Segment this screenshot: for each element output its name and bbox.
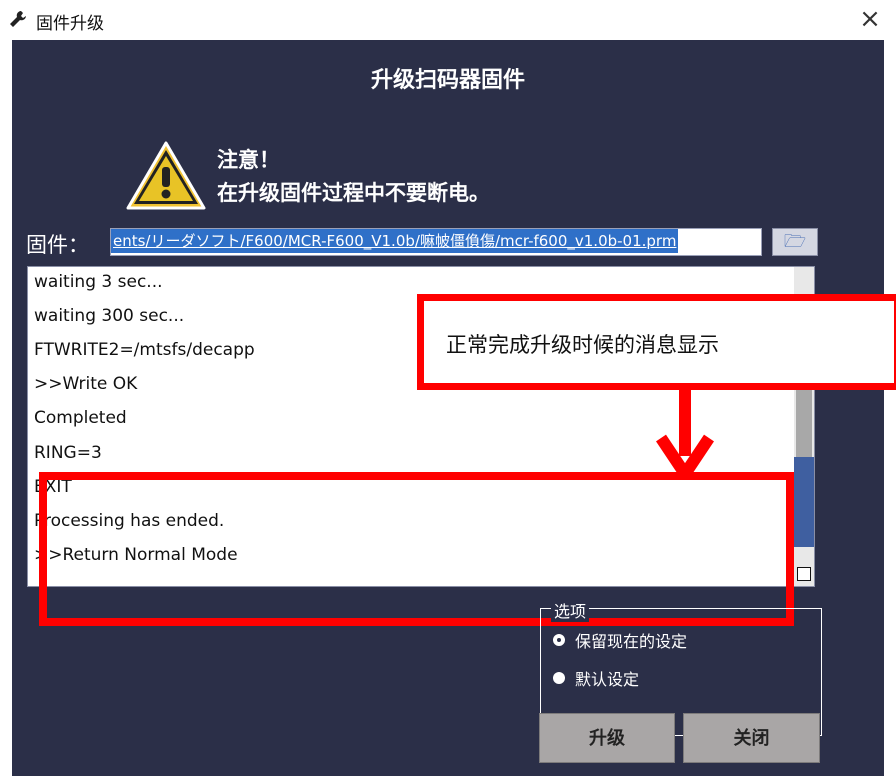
window-title: 固件升级 bbox=[36, 14, 104, 34]
log-line: waiting 300 sec... bbox=[34, 306, 185, 326]
log-line: Completed bbox=[34, 408, 127, 428]
close-button[interactable]: 关闭 bbox=[683, 713, 820, 763]
firmware-label: 固件： bbox=[26, 233, 89, 257]
title-bar: 固件升级 × bbox=[0, 0, 896, 40]
radio-label: 默认设定 bbox=[575, 670, 640, 689]
warning-icon bbox=[126, 141, 206, 210]
log-line: RING=3 bbox=[34, 443, 102, 463]
browse-folder-button[interactable]: 🗁 bbox=[772, 228, 818, 256]
folder-icon: 🗁 bbox=[783, 231, 807, 252]
wrench-icon bbox=[10, 11, 26, 27]
radio-keep-settings[interactable]: 保留现在的设定 bbox=[553, 628, 687, 652]
log-line: >>Write OK bbox=[34, 374, 138, 394]
options-legend: 选项 bbox=[551, 598, 590, 622]
log-line: FTWRITE2=/mtsfs/decapp bbox=[34, 340, 255, 360]
warning-message: 在升级固件过程中不要断电。 bbox=[217, 181, 490, 205]
close-window-button[interactable]: × bbox=[854, 4, 886, 34]
upgrade-button[interactable]: 升级 bbox=[539, 713, 675, 763]
firmware-path-input[interactable]: ents/リーダソフト/F600/MCR-F600_V1.0b/嘛帔僵偩傷/mc… bbox=[110, 228, 762, 256]
autoscroll-checkbox[interactable] bbox=[797, 567, 811, 581]
completion-highlight-box bbox=[39, 472, 794, 626]
firmware-path-text: ents/リーダソフト/F600/MCR-F600_V1.0b/嘛帔僵偩傷/mc… bbox=[111, 229, 679, 253]
log-line: waiting 3 sec... bbox=[34, 272, 163, 292]
warning-title: 注意！ bbox=[217, 148, 280, 172]
dialog-panel: 升级扫码器固件 注意！ 在升级固件过程中不要断电。 固件： ents/リーダソフ… bbox=[12, 40, 896, 776]
radio-unselected-icon bbox=[553, 672, 565, 684]
annotation-callout: 正常完成升级时候的消息显示 bbox=[417, 294, 896, 390]
scroll-track-lower bbox=[794, 457, 814, 547]
radio-label: 保留现在的设定 bbox=[575, 632, 688, 651]
radio-default-settings[interactable]: 默认设定 bbox=[553, 666, 639, 690]
arrow-down-icon bbox=[656, 388, 714, 480]
radio-selected-icon bbox=[553, 634, 565, 646]
annotation-text: 正常完成升级时候的消息显示 bbox=[446, 333, 719, 357]
page-title: 升级扫码器固件 bbox=[370, 68, 525, 93]
